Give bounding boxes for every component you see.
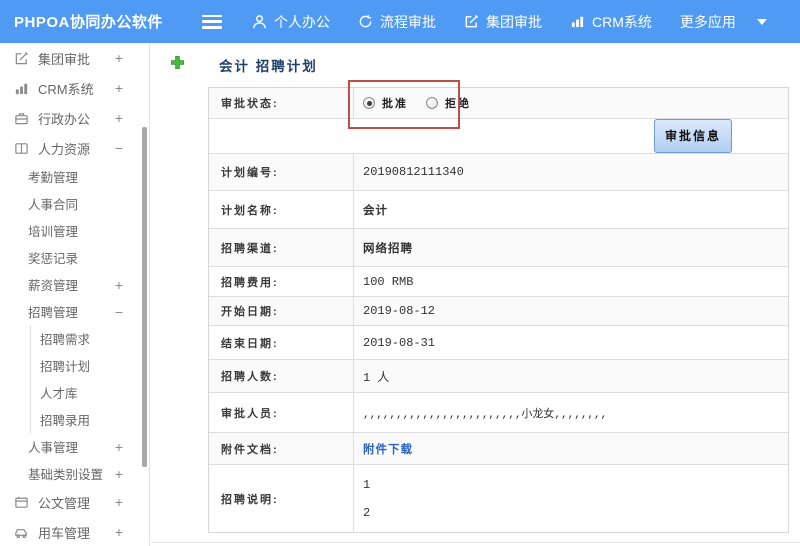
- field-label: 计划编号:: [209, 154, 354, 190]
- expand-icon[interactable]: +: [115, 494, 123, 510]
- chart-icon: [570, 14, 585, 29]
- radio-reject-label[interactable]: 拒绝: [445, 95, 471, 111]
- table-row-headcount: 招聘人数: 1 人: [209, 360, 788, 393]
- field-value: 1 2: [354, 465, 788, 532]
- sidebar-item-recruit-demand[interactable]: 招聘需求: [31, 325, 149, 352]
- process-icon: [358, 14, 373, 29]
- expand-icon[interactable]: +: [115, 524, 123, 540]
- table-row-plan-name: 计划名称: 会计: [209, 191, 788, 229]
- sidebar-item-admin-office[interactable]: 行政办公 +: [0, 103, 149, 133]
- field-value: 2019-08-12: [363, 304, 436, 318]
- top-nav-menu: 个人办公 流程审批 集团审批 CRM系统 更多应用: [252, 12, 767, 32]
- description-line: 2: [363, 505, 371, 520]
- radio-approve-label[interactable]: 批准: [382, 95, 408, 111]
- table-row-channel: 招聘渠道: 网络招聘: [209, 229, 788, 267]
- top-navbar: PHPOA协同办公软件 个人办公 流程审批 集团审批 CRM系统 更多应用: [0, 0, 800, 43]
- nav-item-crm[interactable]: CRM系统: [570, 12, 652, 32]
- description-line: 1: [363, 477, 371, 492]
- field-label: 计划名称:: [209, 191, 354, 228]
- book-icon: [14, 141, 30, 156]
- page-title: 会计 招聘计划: [170, 55, 318, 75]
- nav-item-process-approval[interactable]: 流程审批: [358, 12, 436, 32]
- table-row-description: 招聘说明: 1 2: [209, 465, 788, 532]
- field-value: 附件下载: [354, 433, 788, 464]
- nav-item-more-apps[interactable]: 更多应用: [680, 12, 767, 32]
- field-label: 附件文档:: [209, 433, 354, 464]
- field-label: 开始日期:: [209, 297, 354, 325]
- page-title-text: 会计 招聘计划: [219, 59, 318, 74]
- add-plus-icon: [170, 55, 185, 75]
- car-icon: [14, 525, 30, 540]
- nav-item-personal-office[interactable]: 个人办公: [252, 12, 330, 32]
- table-row-attachment: 附件文档: 附件下载: [209, 433, 788, 465]
- sidebar-item-recruit-plan[interactable]: 招聘计划: [31, 352, 149, 379]
- table-row-cost: 招聘费用: 100 RMB: [209, 267, 788, 297]
- content-bottom-divider: [151, 542, 800, 543]
- collapse-icon[interactable]: −: [115, 304, 123, 320]
- expand-icon[interactable]: +: [115, 277, 123, 293]
- field-value: ,,,,,,,,,,,,,,,,,,,,,,,,小龙女,,,,,,,,: [363, 408, 608, 421]
- field-value: 网络招聘: [363, 242, 413, 256]
- sidebar-item-salary[interactable]: 薪资管理 +: [0, 271, 149, 298]
- sidebar-item-attendance[interactable]: 考勤管理: [0, 163, 149, 190]
- sidebar-item-vehicle[interactable]: 用车管理 +: [0, 517, 149, 546]
- user-icon: [252, 14, 267, 29]
- radio-approve[interactable]: [363, 97, 375, 109]
- field-label: 招聘说明:: [209, 465, 354, 532]
- collapse-icon[interactable]: −: [115, 140, 123, 156]
- field-value: 1 人: [363, 370, 390, 385]
- sidebar-item-rewards[interactable]: 奖惩记录: [0, 244, 149, 271]
- chevron-down-icon[interactable]: [756, 18, 767, 25]
- sidebar-item-group-approval[interactable]: 集团审批 +: [0, 43, 149, 73]
- field-label: 审批状态:: [209, 88, 354, 118]
- sidebar-scrollbar[interactable]: [142, 127, 147, 467]
- briefcase-icon: [14, 111, 30, 126]
- expand-icon[interactable]: +: [115, 466, 123, 482]
- field-label: 招聘渠道:: [209, 229, 354, 266]
- sidebar-item-crm[interactable]: CRM系统 +: [0, 73, 149, 103]
- field-label: 审批人员:: [209, 393, 354, 432]
- app-logo: PHPOA协同办公软件: [14, 14, 163, 31]
- field-label: 招聘人数:: [209, 360, 354, 392]
- table-row-status: 审批状态: 批准 拒绝: [209, 88, 788, 119]
- main-content: 会计 招聘计划 审批状态: 批准 拒绝 审批信息 计划编号: 201908121…: [151, 43, 800, 546]
- sidebar-item-personnel-mgmt[interactable]: 人事管理 +: [0, 433, 149, 460]
- recruit-plan-detail-table: 审批状态: 批准 拒绝 审批信息 计划编号: 20190812111340 计划…: [208, 87, 789, 533]
- bar-chart-icon: [14, 81, 30, 96]
- edit-square-icon: [14, 51, 30, 66]
- field-value: 100 RMB: [363, 274, 414, 289]
- sidebar-item-base-category[interactable]: 基础类别设置 +: [0, 460, 149, 487]
- expand-icon[interactable]: +: [115, 80, 123, 96]
- table-row-start-date: 开始日期: 2019-08-12: [209, 297, 788, 326]
- sidebar-item-recruit-hire[interactable]: 招聘录用: [31, 406, 149, 433]
- table-row-approvers: 审批人员: ,,,,,,,,,,,,,,,,,,,,,,,,小龙女,,,,,,,…: [209, 393, 788, 433]
- sidebar-nav: 集团审批 + CRM系统 + 行政办公 + 人力资源 − 考勤管理 人事合同 培…: [0, 43, 150, 546]
- field-value: 2019-08-31: [363, 335, 436, 350]
- recruit-submenu: 招聘需求 招聘计划 人才库 招聘录用: [30, 325, 149, 433]
- radio-reject[interactable]: [426, 97, 438, 109]
- sidebar-item-hr[interactable]: 人力资源 −: [0, 133, 149, 163]
- nav-item-group-approval[interactable]: 集团审批: [464, 12, 542, 32]
- field-label: 结束日期:: [209, 326, 354, 359]
- approval-info-button[interactable]: 审批信息: [653, 119, 732, 153]
- status-radio-group: 批准 拒绝: [354, 88, 788, 118]
- field-value: 会计: [363, 204, 388, 218]
- sidebar-item-talent-pool[interactable]: 人才库: [31, 379, 149, 406]
- sidebar-item-recruit-mgmt[interactable]: 招聘管理 −: [0, 298, 149, 325]
- document-icon: [14, 495, 30, 510]
- expand-icon[interactable]: +: [115, 439, 123, 455]
- table-row-end-date: 结束日期: 2019-08-31: [209, 326, 788, 360]
- sidebar-item-training[interactable]: 培训管理: [0, 217, 149, 244]
- menu-toggle-icon[interactable]: [202, 14, 222, 29]
- sidebar-item-hr-contract[interactable]: 人事合同: [0, 190, 149, 217]
- field-label: 招聘费用:: [209, 267, 354, 296]
- table-row-plan-no: 计划编号: 20190812111340: [209, 154, 788, 191]
- sidebar-item-documents[interactable]: 公文管理 +: [0, 487, 149, 517]
- attachment-download-link[interactable]: 附件下载: [363, 441, 413, 457]
- expand-icon[interactable]: +: [115, 110, 123, 126]
- field-value: 20190812111340: [363, 165, 464, 179]
- edit-icon: [464, 14, 479, 29]
- expand-icon[interactable]: +: [115, 50, 123, 66]
- table-row-button: 审批信息: [209, 119, 788, 154]
